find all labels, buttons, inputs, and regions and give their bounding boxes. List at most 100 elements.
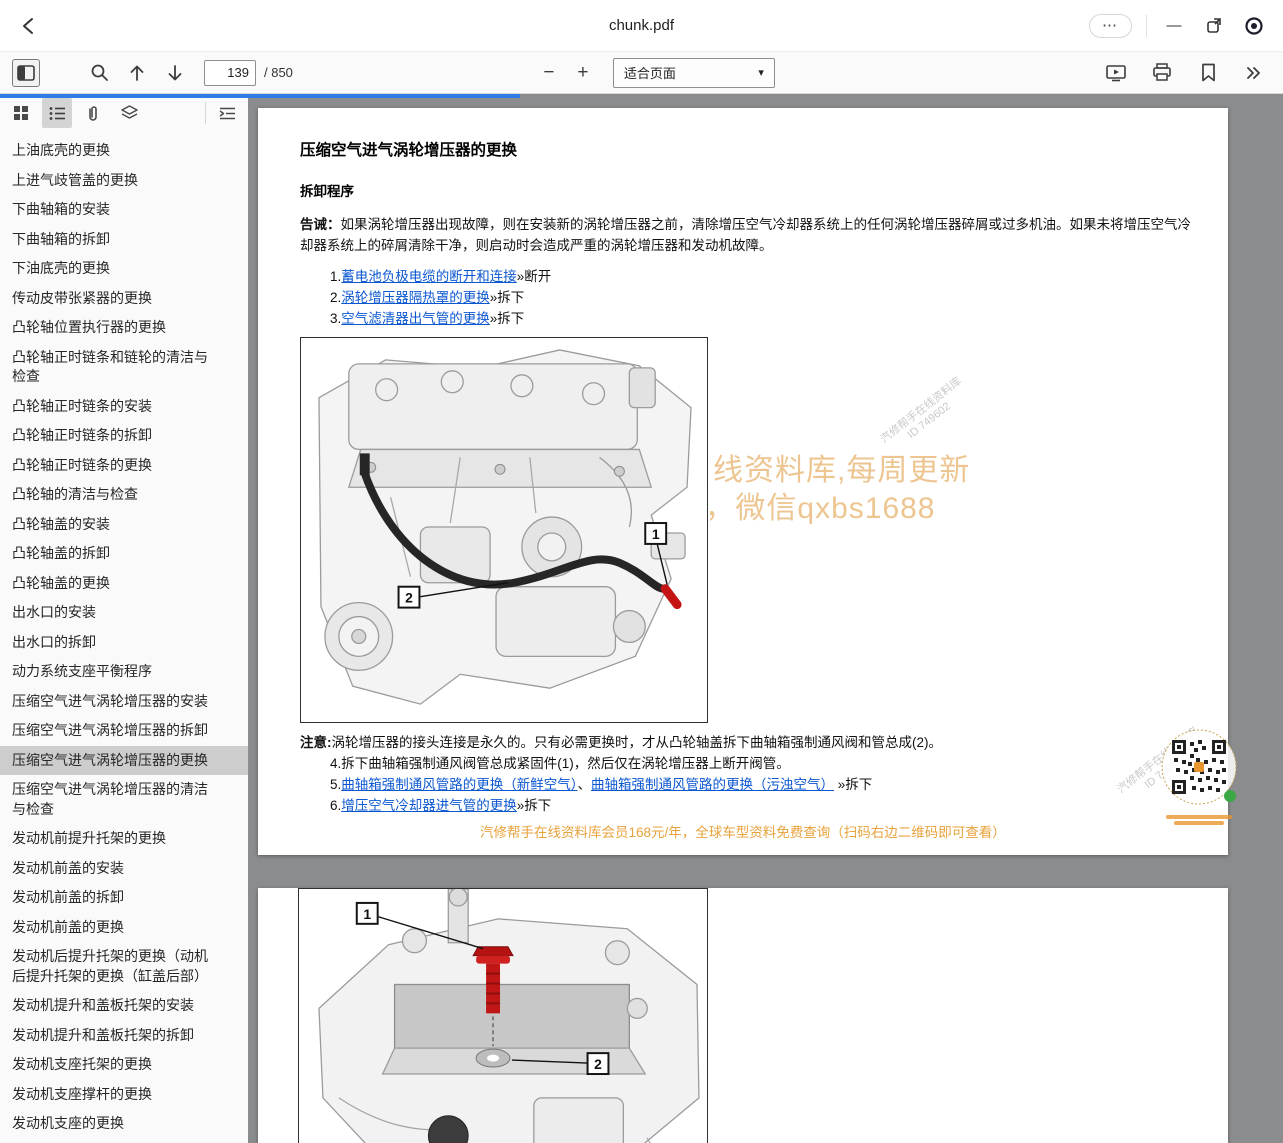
outline-item[interactable]: 发动机前提升托架的更换 <box>0 824 248 854</box>
step-link[interactable]: 增压空气冷却器进气管的更换 <box>341 798 517 813</box>
qr-caption-decoration <box>1166 815 1232 819</box>
outline-item[interactable]: 动力系统支座平衡程序 <box>0 657 248 687</box>
search-button[interactable] <box>84 58 114 88</box>
callout-2-label: 2 <box>405 590 413 606</box>
outline-item[interactable]: 发动机前盖的拆卸 <box>0 883 248 913</box>
more-tools-button[interactable] <box>1239 58 1269 88</box>
outline-item[interactable]: 凸轮轴盖的拆卸 <box>0 539 248 569</box>
engine-diagram-1: 2 1 <box>300 337 708 723</box>
outline-item[interactable]: 凸轮轴的清洁与检查 <box>0 480 248 510</box>
qr-code-badge <box>1158 728 1240 825</box>
outline-item[interactable]: 凸轮轴盖的安装 <box>0 510 248 540</box>
outline-item[interactable]: 发动机支座托架的更换 <box>0 1050 248 1080</box>
pdf-page-1: 汽修帮手在线资料库,每周更新 会员168元/年，微信qxbs1688 汽修帮手在… <box>258 108 1228 855</box>
outline-item[interactable]: 压缩空气进气涡轮增压器的安装 <box>0 687 248 717</box>
step-link[interactable]: 曲轴箱强制通风管路的更换（新鲜空气） <box>341 777 577 792</box>
figure-2: 1 2 <box>298 888 710 1143</box>
step-link[interactable]: 曲轴箱强制通风管路的更换（污浊空气） <box>591 777 834 792</box>
outline-item[interactable]: 上油底壳的更换 <box>0 136 248 166</box>
warning-paragraph: 告诫：如果涡轮增压器出现故障，则在安装新的涡轮增压器之前，清除增压空气冷却器系统… <box>300 214 1200 256</box>
loading-progress-bar <box>0 94 520 98</box>
current-outline-item-button[interactable] <box>212 98 242 128</box>
thumbnails-view-button[interactable] <box>6 98 36 128</box>
pdf-viewport[interactable]: 汽修帮手在线资料库,每周更新 会员168元/年，微信qxbs1688 汽修帮手在… <box>248 94 1283 1143</box>
outline-item[interactable]: 凸轮轴正时链条的更换 <box>0 451 248 481</box>
target-button[interactable] <box>1241 13 1267 39</box>
outline-item[interactable]: 凸轮轴盖的更换 <box>0 569 248 599</box>
note-paragraph: 注意:涡轮增压器的接头连接是永久的。只有必需更换时，才从凸轮轴盖拆下曲轴箱强制通… <box>300 732 1200 753</box>
minimize-button[interactable]: — <box>1161 13 1187 39</box>
step-item: 2.涡轮增压器隔热罩的更换»拆下 <box>330 287 1200 308</box>
search-icon <box>90 63 109 82</box>
step-link[interactable]: 空气滤清器出气管的更换 <box>341 311 490 326</box>
page-down-button[interactable] <box>160 58 190 88</box>
double-chevron-right-icon <box>1245 65 1263 81</box>
page-number-input[interactable] <box>204 60 256 86</box>
outline-item[interactable]: 发动机前盖的安装 <box>0 854 248 884</box>
step-item: 6.增压空气冷却器进气管的更换»拆下 <box>330 795 1200 816</box>
callout-1-label: 1 <box>363 906 371 922</box>
outline-item[interactable]: 下油底壳的更换 <box>0 254 248 284</box>
qr-caption-decoration <box>1174 821 1224 825</box>
back-button[interactable] <box>12 9 46 43</box>
separator: 、 <box>578 777 592 792</box>
page-up-button[interactable] <box>122 58 152 88</box>
step-item: 1.蓄电池负极电缆的断开和连接»断开 <box>330 266 1200 287</box>
outline-item[interactable]: 压缩空气进气涡轮增压器的清洁与检查 <box>0 775 248 824</box>
zoom-in-button[interactable]: + <box>569 58 597 88</box>
pdf-toolbar: / 850 − + 适合页面 ▾ <box>0 52 1283 94</box>
arrow-up-icon <box>128 64 146 82</box>
print-button[interactable] <box>1147 58 1177 88</box>
attachments-view-button[interactable] <box>78 98 108 128</box>
zoom-fit-select[interactable]: 适合页面 ▾ <box>613 58 775 88</box>
outline-item[interactable]: 发动机提升和盖板托架的安装 <box>0 991 248 1021</box>
step-number: 6. <box>330 798 341 813</box>
outline-item[interactable]: 凸轮轴位置执行器的更换 <box>0 313 248 343</box>
outline-item[interactable]: 压缩空气进气涡轮增压器的更换 <box>0 746 248 776</box>
outline-view-button[interactable] <box>42 98 72 128</box>
procedure-steps: 1.蓄电池负极电缆的断开和连接»断开 2.涡轮增压器隔热罩的更换»拆下 3.空气… <box>330 266 1200 329</box>
outline-list-icon <box>49 106 66 121</box>
restore-button[interactable] <box>1201 13 1227 39</box>
toolbar-right-group <box>1101 58 1275 88</box>
outline-item[interactable]: 发动机提升和盖板托架的拆卸 <box>0 1021 248 1051</box>
step-link[interactable]: 蓄电池负极电缆的断开和连接 <box>341 269 517 284</box>
bookmark-icon <box>1200 63 1217 82</box>
outline-item[interactable]: 传动皮带张紧器的更换 <box>0 284 248 314</box>
step-text: 拆下曲轴箱强制通风阀管总成紧固件(1)，然后仅在涡轮增压器上断开阀管。 <box>341 756 790 771</box>
warning-text: 如果涡轮增压器出现故障，则在安装新的涡轮增压器之前，清除增压空气冷却器系统上的任… <box>300 217 1191 253</box>
step-link[interactable]: 涡轮增压器隔热罩的更换 <box>341 290 490 305</box>
arrow-down-icon <box>166 64 184 82</box>
outline-item[interactable]: 发动机机油冷却器的更换 <box>0 1139 248 1143</box>
paperclip-icon <box>86 105 100 122</box>
outline-item[interactable]: 凸轮轴正时链条和链轮的清洁与检查 <box>0 343 248 392</box>
outline-item[interactable]: 出水口的安装 <box>0 598 248 628</box>
outline-item[interactable]: 发动机后提升托架的更换（动机后提升托架的更换（缸盖后部） <box>0 942 248 991</box>
figure-1: 2 1 <box>300 337 710 723</box>
zoom-out-button[interactable]: − <box>535 58 563 88</box>
note-text: 涡轮增压器的接头连接是永久的。只有必需更换时，才从凸轮轴盖拆下曲轴箱强制通风阀和… <box>332 735 943 750</box>
outline-item[interactable]: 下曲轴箱的拆卸 <box>0 225 248 255</box>
outline-item[interactable]: 上进气歧管盖的更换 <box>0 166 248 196</box>
outline-item[interactable]: 凸轮轴正时链条的安装 <box>0 392 248 422</box>
save-button[interactable] <box>1193 58 1223 88</box>
outline-item[interactable]: 下曲轴箱的安装 <box>0 195 248 225</box>
sidebar-toggle-button[interactable] <box>12 59 40 87</box>
titlebar: chunk.pdf ⋯ — <box>0 0 1283 52</box>
presentation-button[interactable] <box>1101 58 1131 88</box>
ad-banner-text: 汽修帮手在线资料库会员168元/年，全球车型资料免费查询（扫码右边二维码即可查看… <box>480 823 1200 843</box>
zoom-fit-value: 适合页面 <box>624 63 676 82</box>
outline-item[interactable]: 发动机支座的更换 <box>0 1109 248 1139</box>
outline-item[interactable]: 凸轮轴正时链条的拆卸 <box>0 421 248 451</box>
layers-view-button[interactable] <box>114 98 144 128</box>
sidebar-icons-divider <box>205 102 206 124</box>
outline-item[interactable]: 出水口的拆卸 <box>0 628 248 658</box>
step-action: »拆下 <box>490 290 525 305</box>
outline-item[interactable]: 发动机支座撑杆的更换 <box>0 1080 248 1110</box>
step-item: 5.曲轴箱强制通风管路的更换（新鲜空气）、曲轴箱强制通风管路的更换（污浊空气） … <box>330 774 1200 795</box>
ellipsis-menu-button[interactable]: ⋯ <box>1089 14 1132 38</box>
outline-item[interactable]: 发动机前盖的更换 <box>0 913 248 943</box>
callout-1-label: 1 <box>652 526 660 542</box>
step-action: »断开 <box>517 269 552 284</box>
outline-item[interactable]: 压缩空气进气涡轮增压器的拆卸 <box>0 716 248 746</box>
